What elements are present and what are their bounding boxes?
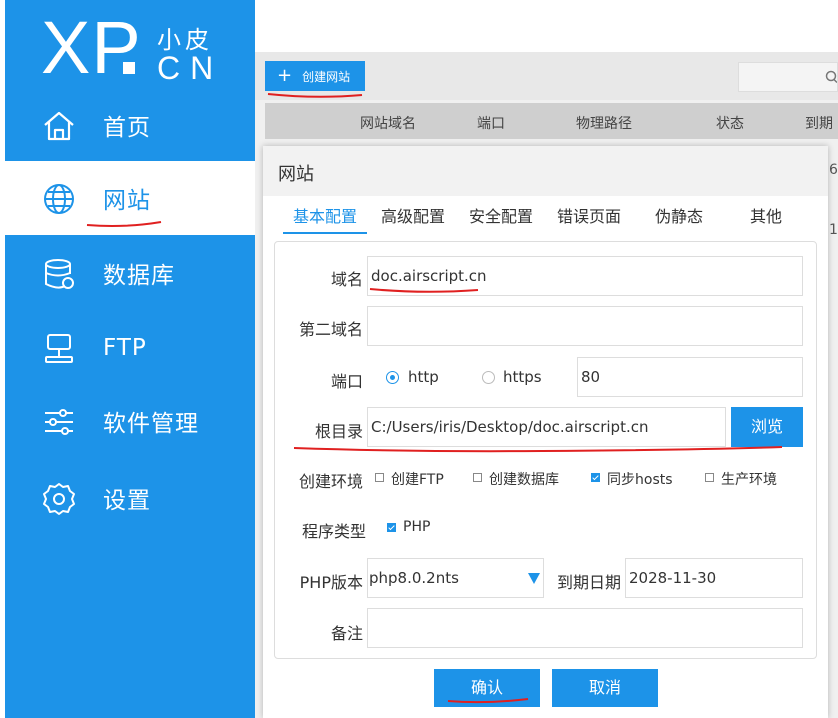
column-header-port[interactable]: 端口 bbox=[477, 113, 505, 133]
expiry-date-input[interactable] bbox=[625, 558, 803, 598]
sliders-icon bbox=[45, 409, 73, 435]
sidebar-item-label: FTP bbox=[103, 335, 147, 361]
logo-suffix-text: CN bbox=[157, 50, 224, 86]
sidebar-item-ftp[interactable]: FTP bbox=[5, 311, 255, 385]
search-icon[interactable] bbox=[823, 70, 837, 84]
program-type-label: 程序类型 bbox=[301, 522, 366, 541]
note-label: 备注 bbox=[330, 624, 363, 643]
php-version-select[interactable]: php8.0.2nts bbox=[367, 558, 544, 598]
table-cell-peek: 6 bbox=[829, 162, 838, 178]
column-header-domain[interactable]: 网站域名 bbox=[360, 113, 416, 133]
php-checkbox[interactable] bbox=[387, 523, 396, 532]
php-checkbox-label: PHP bbox=[403, 519, 431, 535]
tab-other[interactable]: 其他 bbox=[731, 202, 801, 232]
sidebar-item-database[interactable]: 数据库 bbox=[5, 236, 255, 310]
php-version-value: php8.0.2nts bbox=[369, 569, 459, 587]
sidebar-item-label: 软件管理 bbox=[103, 411, 199, 437]
sync-hosts-checkbox[interactable] bbox=[591, 473, 600, 482]
column-header-status[interactable]: 状态 bbox=[716, 113, 744, 133]
browse-button[interactable]: 浏览 bbox=[731, 407, 803, 447]
tab-error-pages[interactable]: 错误页面 bbox=[549, 202, 629, 232]
note-input[interactable] bbox=[367, 608, 803, 648]
app-logo: XP 小皮 CN bbox=[41, 8, 251, 88]
production-env-label: 生产环境 bbox=[721, 472, 777, 488]
table-cell-peek: 1 bbox=[829, 222, 838, 238]
cancel-button[interactable]: 取消 bbox=[552, 669, 658, 707]
logo-main-text: XP bbox=[41, 6, 142, 89]
domain-label: 域名 bbox=[330, 270, 363, 289]
sidebar-item-label: 数据库 bbox=[103, 263, 175, 289]
second-domain-input[interactable] bbox=[367, 306, 803, 346]
column-header-expiry[interactable]: 到期 bbox=[805, 113, 833, 133]
sidebar-item-website[interactable]: 网站 bbox=[5, 161, 255, 235]
create-ftp-checkbox[interactable] bbox=[375, 473, 384, 482]
env-label: 创建环境 bbox=[298, 472, 363, 491]
plus-icon: + bbox=[277, 65, 293, 86]
table-header: 网站域名 端口 物理路径 状态 到期 bbox=[265, 103, 838, 139]
create-database-checkbox[interactable] bbox=[473, 473, 482, 482]
sidebar-item-software[interactable]: 软件管理 bbox=[5, 384, 255, 458]
expiry-label: 到期日期 bbox=[556, 573, 621, 592]
https-radio[interactable] bbox=[482, 371, 495, 384]
globe-icon bbox=[44, 184, 74, 214]
tab-basic[interactable]: 基本配置 bbox=[283, 202, 367, 234]
root-dir-label: 根目录 bbox=[314, 422, 363, 441]
tab-advanced[interactable]: 高级配置 bbox=[373, 202, 453, 232]
http-radio[interactable] bbox=[386, 371, 399, 384]
create-website-button[interactable]: + 创建网站 bbox=[265, 61, 365, 91]
sidebar-item-home[interactable]: 首页 bbox=[5, 88, 255, 162]
sidebar-item-settings[interactable]: 设置 bbox=[5, 461, 255, 535]
root-dir-input[interactable] bbox=[367, 407, 726, 447]
dialog-title: 网站 bbox=[278, 164, 314, 185]
port-input[interactable] bbox=[577, 357, 803, 397]
php-version-label: PHP版本 bbox=[299, 573, 363, 592]
port-label: 端口 bbox=[330, 372, 363, 391]
create-database-label: 创建数据库 bbox=[489, 472, 559, 488]
tab-rewrite[interactable]: 伪静态 bbox=[639, 202, 719, 232]
create-ftp-label: 创建FTP bbox=[391, 472, 444, 488]
sync-hosts-label: 同步hosts bbox=[607, 472, 673, 488]
domain-input[interactable] bbox=[367, 256, 803, 296]
home-icon bbox=[44, 111, 74, 141]
tab-security[interactable]: 安全配置 bbox=[461, 202, 541, 232]
sidebar-item-label: 设置 bbox=[103, 488, 151, 514]
sidebar-item-label: 首页 bbox=[103, 115, 151, 141]
production-env-checkbox[interactable] bbox=[705, 473, 714, 482]
https-radio-label: https bbox=[503, 368, 542, 386]
sidebar: XP 小皮 CN 首页 网站 数据库 FTP 软件管理 设置 bbox=[5, 0, 255, 718]
gear-icon bbox=[43, 483, 75, 515]
logo-dot bbox=[123, 62, 135, 74]
sidebar-item-label: 网站 bbox=[103, 188, 151, 214]
second-domain-label: 第二域名 bbox=[298, 320, 363, 339]
dialog-header: 网站 bbox=[263, 146, 828, 196]
confirm-button[interactable]: 确认 bbox=[434, 669, 540, 707]
annotation-underline bbox=[86, 221, 162, 227]
dialog-tabs: 基本配置 高级配置 安全配置 错误页面 伪静态 其他 bbox=[283, 202, 809, 234]
http-radio-label: http bbox=[408, 368, 439, 386]
database-icon bbox=[45, 259, 74, 289]
column-header-path[interactable]: 物理路径 bbox=[576, 113, 632, 133]
search-input[interactable] bbox=[738, 62, 838, 92]
ftp-server-icon bbox=[45, 334, 73, 363]
create-website-label: 创建网站 bbox=[302, 69, 351, 84]
